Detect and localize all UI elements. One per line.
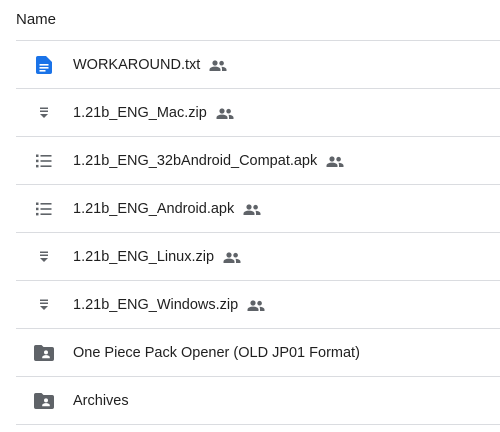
folder-name[interactable]: Archives xyxy=(73,391,129,411)
zip-file-icon xyxy=(34,103,54,123)
list-header: Name xyxy=(0,0,500,41)
shared-folder-icon xyxy=(34,343,54,363)
file-name[interactable]: 1.21b_ENG_Windows.zip xyxy=(73,295,238,315)
folder-row[interactable]: One Piece Pack Opener (OLD JP01 Format) xyxy=(16,329,500,377)
file-name-group: 1.21b_ENG_32bAndroid_Compat.apk xyxy=(73,151,344,171)
file-name[interactable]: 1.21b_ENG_Android.apk xyxy=(73,199,234,219)
shared-people-icon xyxy=(326,155,344,167)
file-name[interactable]: WORKAROUND.txt xyxy=(73,55,200,75)
file-row[interactable]: 1.21b_ENG_32bAndroid_Compat.apk xyxy=(16,137,500,185)
folder-name-group: One Piece Pack Opener (OLD JP01 Format) xyxy=(73,343,360,363)
shared-folder-icon xyxy=(34,391,54,411)
shared-people-icon xyxy=(247,299,265,311)
zip-file-icon xyxy=(34,295,54,315)
shared-people-icon xyxy=(209,59,227,71)
file-row[interactable]: WORKAROUND.txt xyxy=(16,41,500,89)
file-rows: WORKAROUND.txt 1.21b_ENG_Mac.zip 1.21b_E… xyxy=(0,41,500,425)
name-column-header[interactable]: Name xyxy=(16,11,56,29)
file-row[interactable]: 1.21b_ENG_Android.apk xyxy=(16,185,500,233)
list-file-icon xyxy=(34,151,54,171)
zip-file-icon xyxy=(34,247,54,267)
file-name[interactable]: 1.21b_ENG_32bAndroid_Compat.apk xyxy=(73,151,317,171)
file-name-group: 1.21b_ENG_Android.apk xyxy=(73,199,261,219)
google-doc-icon xyxy=(34,55,54,75)
folder-row[interactable]: Archives xyxy=(16,377,500,425)
file-row[interactable]: 1.21b_ENG_Linux.zip xyxy=(16,233,500,281)
folder-name-group: Archives xyxy=(73,391,129,411)
file-name-group: 1.21b_ENG_Linux.zip xyxy=(73,247,241,267)
folder-name[interactable]: One Piece Pack Opener (OLD JP01 Format) xyxy=(73,343,360,363)
file-name[interactable]: 1.21b_ENG_Linux.zip xyxy=(73,247,214,267)
file-name-group: WORKAROUND.txt xyxy=(73,55,227,75)
file-row[interactable]: 1.21b_ENG_Mac.zip xyxy=(16,89,500,137)
shared-people-icon xyxy=(243,203,261,215)
list-file-icon xyxy=(34,199,54,219)
file-name-group: 1.21b_ENG_Mac.zip xyxy=(73,103,234,123)
shared-people-icon xyxy=(216,107,234,119)
shared-people-icon xyxy=(223,251,241,263)
file-name[interactable]: 1.21b_ENG_Mac.zip xyxy=(73,103,207,123)
file-name-group: 1.21b_ENG_Windows.zip xyxy=(73,295,265,315)
file-list: Name WORKAROUND.txt 1.21b_ENG_Mac.zip 1.… xyxy=(0,0,500,432)
file-row[interactable]: 1.21b_ENG_Windows.zip xyxy=(16,281,500,329)
